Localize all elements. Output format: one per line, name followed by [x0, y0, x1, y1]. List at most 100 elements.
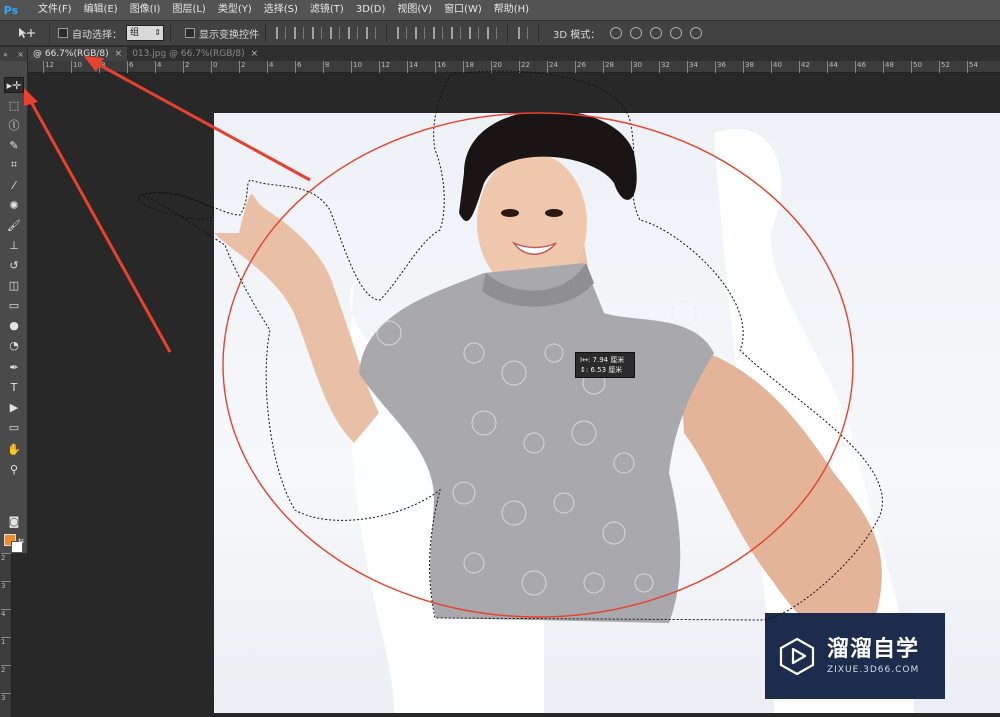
move-tool-icon[interactable]: ▸✛ [4, 77, 24, 93]
path-select-tool-icon[interactable]: ▶ [4, 399, 24, 415]
align-left-icon[interactable] [330, 27, 340, 39]
zoom-tool-icon[interactable]: ⚲ [4, 461, 24, 477]
ruler-tick-label: 18 [463, 61, 474, 73]
brush-tool-icon[interactable]: 🖌 [4, 217, 24, 233]
auto-select-dropdown[interactable]: 组 [126, 25, 164, 41]
align-top-icon[interactable] [276, 27, 286, 39]
menu-bar: Ps 文件(F) 编辑(E) 图像(I) 图层(L) 类型(Y) 选择(S) 滤… [0, 0, 1000, 20]
swap-colors-icon[interactable]: ⇆ [16, 533, 26, 549]
ruler-tick-label: 4 [267, 61, 273, 73]
ruler-tick-label: 44 [827, 61, 838, 73]
menu-3d[interactable]: 3D(D) [350, 0, 392, 20]
show-transform-checkbox[interactable] [185, 28, 195, 38]
distribute-hcenter-icon[interactable] [469, 27, 479, 39]
divider [507, 24, 508, 42]
close-icon[interactable]: × [251, 49, 259, 59]
roll-3d-icon[interactable] [630, 27, 643, 39]
watermark-subtitle: ZIXUE.3D66.COM [827, 665, 920, 675]
ruler-tick-label: 22 [519, 61, 530, 73]
ruler-tick-label: 36 [715, 61, 726, 73]
menu-select[interactable]: 选择(S) [258, 0, 304, 20]
eraser-tool-icon[interactable]: ◫ [4, 277, 24, 293]
ruler-tick-label: 4 [155, 61, 161, 73]
distribute-top-icon[interactable] [397, 27, 407, 39]
auto-align-icon[interactable] [518, 27, 528, 39]
toolbox: « × ▸✛ ⬚ ⓛ ✎ ⌗ ⁄ ✺ 🖌 ⊥ ↺ ◫ ▭ ● ◔ ✒ T ▶ ▭… [0, 47, 28, 553]
menu-type[interactable]: 类型(Y) [212, 0, 258, 20]
divider [265, 24, 266, 42]
ruler-tick-label: 50 [911, 61, 922, 73]
distribute-right-icon[interactable] [487, 27, 497, 39]
close-icon[interactable]: × [17, 50, 24, 59]
blur-tool-icon[interactable]: ● [4, 317, 24, 333]
align-right-icon[interactable] [366, 27, 376, 39]
ruler-tick-label: 32 [659, 61, 670, 73]
hand-tool-icon[interactable]: ✋ [4, 441, 24, 457]
pen-tool-icon[interactable]: ✒ [4, 359, 24, 375]
gradient-tool-icon[interactable]: ▭ [4, 297, 24, 313]
ruler-tick-label: 16 [435, 61, 446, 73]
menu-window[interactable]: 窗口(W) [438, 0, 488, 20]
divider [538, 24, 539, 42]
tool-preset-picker[interactable] [6, 23, 50, 43]
ruler-tick-label: 2 [1, 553, 11, 562]
eyedropper-tool-icon[interactable]: ⁄ [4, 177, 24, 193]
tab-current-document[interactable]: @ 66.7%(RGB/8) × [28, 47, 128, 61]
move-tool-icon [18, 28, 35, 38]
ruler-tick-label: 6 [295, 61, 301, 73]
ruler-tick-label: 8 [323, 61, 329, 73]
ruler-tick-label: 28 [603, 61, 614, 73]
menu-view[interactable]: 视图(V) [391, 0, 438, 20]
type-tool-icon[interactable]: T [4, 379, 24, 395]
rotate-3d-icon[interactable] [610, 27, 623, 39]
scale-3d-icon[interactable] [690, 27, 703, 39]
options-bar: 自动选择： 组 显示变换控件 3D 模式： [0, 20, 1000, 46]
align-hcenter-icon[interactable] [348, 27, 358, 39]
align-bottom-icon[interactable] [312, 27, 322, 39]
tab-013-jpg[interactable]: 013.jpg @ 66.7%(RGB/8) × [127, 47, 263, 61]
measure-height: ↕: 6.53 厘米 [580, 366, 623, 374]
healing-brush-tool-icon[interactable]: ✺ [4, 197, 24, 213]
drag-3d-icon[interactable] [650, 27, 663, 39]
menu-help[interactable]: 帮助(H) [488, 0, 535, 20]
play-logo-icon [779, 637, 815, 676]
measure-width: I↔: 7.94 厘米 [580, 356, 625, 364]
document-tab-bar: @ 66.7%(RGB/8) × 013.jpg @ 66.7%(RGB/8) … [28, 47, 1000, 61]
photoshop-window: Ps 文件(F) 编辑(E) 图像(I) 图层(L) 类型(Y) 选择(S) 滤… [0, 0, 1000, 717]
menu-layer[interactable]: 图层(L) [166, 0, 211, 20]
distribute-bottom-icon[interactable] [433, 27, 443, 39]
close-icon[interactable]: × [115, 49, 123, 59]
ruler-tick-label: 48 [883, 61, 894, 73]
ruler-tick-label: 30 [631, 61, 642, 73]
menu-file[interactable]: 文件(F) [32, 0, 78, 20]
distribute-vcenter-icon[interactable] [415, 27, 425, 39]
ruler-tick-label: 2 [1, 665, 11, 674]
quick-select-tool-icon[interactable]: ✎ [4, 137, 24, 153]
auto-select-checkbox[interactable] [58, 28, 68, 38]
marquee-tool-icon[interactable]: ⬚ [4, 97, 24, 113]
clone-stamp-tool-icon[interactable]: ⊥ [4, 237, 24, 253]
collapse-icon[interactable]: « [3, 50, 8, 59]
ruler-tick-label: 10 [71, 61, 82, 73]
shape-tool-icon[interactable]: ▭ [4, 419, 24, 435]
watermark: 溜溜自学 ZIXUE.3D66.COM [765, 613, 945, 699]
distribute-left-icon[interactable] [451, 27, 461, 39]
tab-label: 013.jpg @ 66.7%(RGB/8) [132, 49, 245, 59]
ruler-horizontal[interactable]: 12 10 8 6 4 2 0 2 4 6 8 10 12 14 16 18 20 22 24 26 28 30 32 34 3… [28, 61, 1000, 73]
crop-tool-icon[interactable]: ⌗ [4, 157, 24, 173]
ruler-tick-label: 10 [351, 61, 362, 73]
ruler-tick-label: 24 [547, 61, 558, 73]
align-vcenter-icon[interactable] [294, 27, 304, 39]
quick-mask-icon[interactable]: ◙ [4, 513, 24, 529]
ruler-tick-label: 4 [1, 609, 11, 618]
toolbox-header[interactable]: « × [0, 47, 27, 61]
divider [170, 24, 171, 42]
lasso-tool-icon[interactable]: ⓛ [4, 117, 24, 133]
ruler-tick-label: 34 [687, 61, 698, 73]
menu-edit[interactable]: 编辑(E) [78, 0, 124, 20]
history-brush-tool-icon[interactable]: ↺ [4, 257, 24, 273]
menu-filter[interactable]: 滤镜(T) [304, 0, 350, 20]
slide-3d-icon[interactable] [670, 27, 683, 39]
menu-image[interactable]: 图像(I) [124, 0, 167, 20]
dodge-tool-icon[interactable]: ◔ [4, 337, 24, 353]
